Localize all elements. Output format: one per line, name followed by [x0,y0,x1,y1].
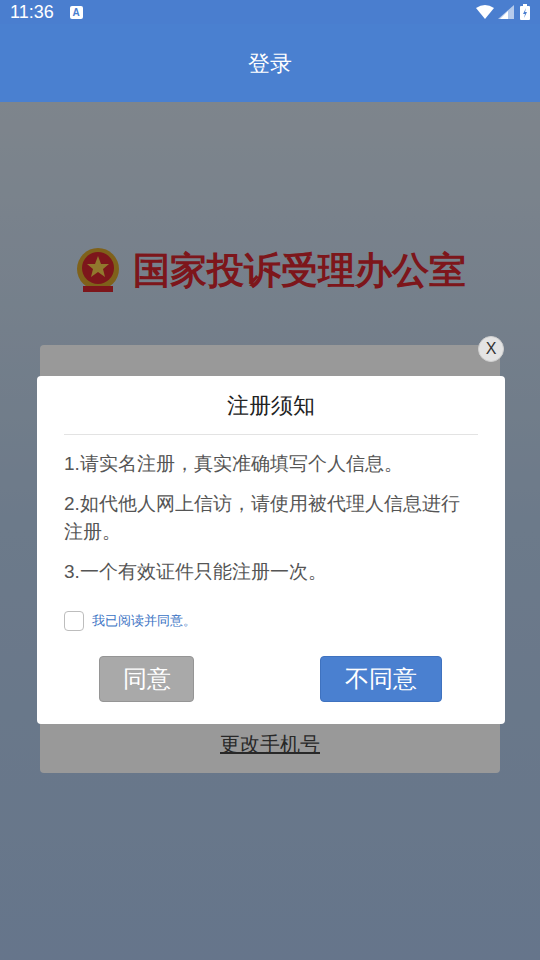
dialog-title: 注册须知 [64,390,478,435]
signal-icon [498,5,514,19]
close-button[interactable]: X [478,336,504,362]
main-area: 国家投诉受理办公室更改手机号X注册须知1.请实名注册，真实准确填写个人信息。2.… [0,102,540,960]
notification-icon: A [70,6,83,19]
status-time: 11:36 [10,3,54,21]
dialog-button[interactable]: 同意 [99,656,194,702]
agree-checkbox[interactable] [64,611,84,631]
notice-item: 3.一个有效证件只能注册一次。 [64,558,478,586]
agree-checkbox-row[interactable]: 我已阅读并同意。 [64,611,478,631]
app-bar-title: 登录 [248,47,292,80]
app-bar: 登录 [0,24,540,102]
status-bar: 11:36 A [0,0,540,24]
dialog-button[interactable]: 不同意 [320,656,442,702]
app-screen: 11:36A登录国家投诉受理办公室更改手机号X注册须知1.请实名注册，真实准确填… [0,0,540,960]
agree-label[interactable]: 我已阅读并同意。 [92,611,196,631]
wifi-icon [476,5,494,19]
notice-item: 1.请实名注册，真实准确填写个人信息。 [64,450,478,478]
battery-icon [520,4,530,20]
dialog: X注册须知1.请实名注册，真实准确填写个人信息。2.如代他人网上信访，请使用被代… [37,376,505,724]
notice-item: 2.如代他人网上信访，请使用被代理人信息进行注册。 [64,490,478,546]
